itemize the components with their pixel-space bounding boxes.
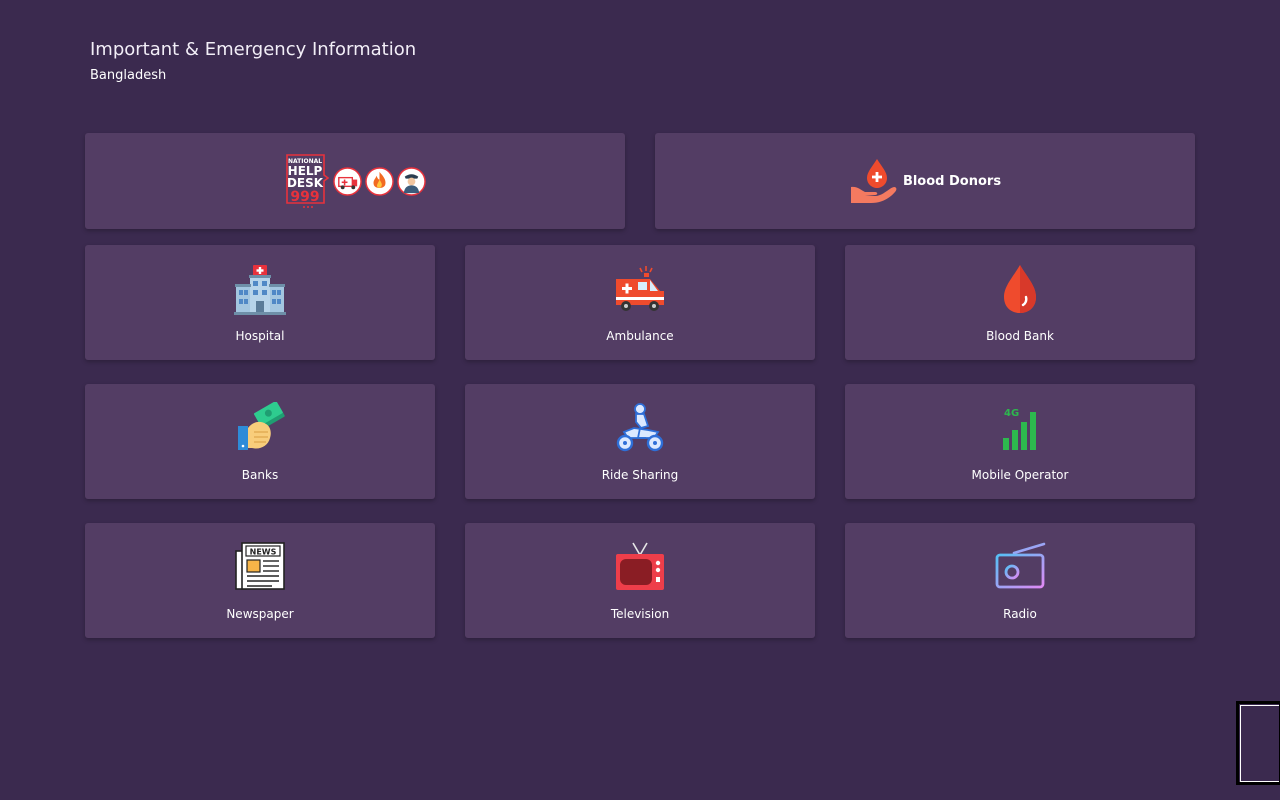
page-subtitle: Bangladesh — [90, 68, 167, 83]
newspaper-card[interactable]: NEWS Newspaper — [85, 523, 435, 638]
corner-widget[interactable] — [1236, 701, 1280, 785]
ambulance-icon — [333, 166, 362, 196]
television-label: Television — [610, 606, 670, 621]
banks-card[interactable]: Banks — [85, 384, 435, 499]
mobile-operator-card[interactable]: 4G Mobile Operator — [845, 384, 1195, 499]
blood-drop-icon — [1004, 264, 1036, 313]
page-title: Important & Emergency Information — [90, 39, 417, 60]
radio-card[interactable]: Radio — [845, 523, 1195, 638]
helpdesk-logo-line-3: DESK — [287, 176, 324, 190]
page-header: Important & Emergency Information Bangla… — [90, 38, 416, 85]
money-hand-icon — [238, 401, 285, 450]
blood-donors-label: Blood Donors — [902, 173, 1002, 189]
signal-4g-icon: 4G — [1003, 408, 1036, 450]
newspaper-label: Newspaper — [226, 606, 294, 621]
hospital-label: Hospital — [235, 328, 285, 343]
blood-donor-hand-icon — [850, 159, 897, 203]
ride-sharing-card[interactable]: Ride Sharing — [465, 384, 815, 499]
television-card[interactable]: Television — [465, 523, 815, 638]
svg-text:4G: 4G — [1004, 408, 1019, 419]
svg-text:NEWS: NEWS — [250, 547, 277, 556]
fire-icon — [365, 166, 394, 196]
blood-bank-card[interactable]: Blood Bank — [845, 245, 1195, 360]
newspaper-icon: NEWS — [235, 541, 285, 590]
ambulance-card[interactable]: Ambulance — [465, 245, 815, 360]
banks-label: Banks — [241, 467, 279, 482]
blood-donors-card[interactable]: Blood Donors — [655, 133, 1195, 229]
helpdesk-999-card[interactable]: NATIONAL HELP DESK 999 — [85, 133, 625, 229]
ambulance-icon — [616, 265, 664, 311]
blood-bank-label: Blood Bank — [986, 328, 1054, 343]
television-icon — [616, 542, 664, 590]
police-icon — [397, 166, 426, 196]
hospital-card[interactable]: Hospital — [85, 245, 435, 360]
ride-sharing-label: Ride Sharing — [601, 467, 679, 482]
helpdesk-logo-line-4: 999 — [290, 189, 319, 205]
helpdesk-999-logo: NATIONAL HELP DESK 999 — [286, 154, 330, 208]
radio-label: Radio — [1003, 606, 1037, 621]
ambulance-label: Ambulance — [606, 328, 674, 343]
mobile-operator-label: Mobile Operator — [971, 467, 1069, 482]
motorbike-icon — [616, 402, 664, 451]
hospital-icon — [234, 264, 286, 315]
radio-icon — [995, 542, 1046, 588]
